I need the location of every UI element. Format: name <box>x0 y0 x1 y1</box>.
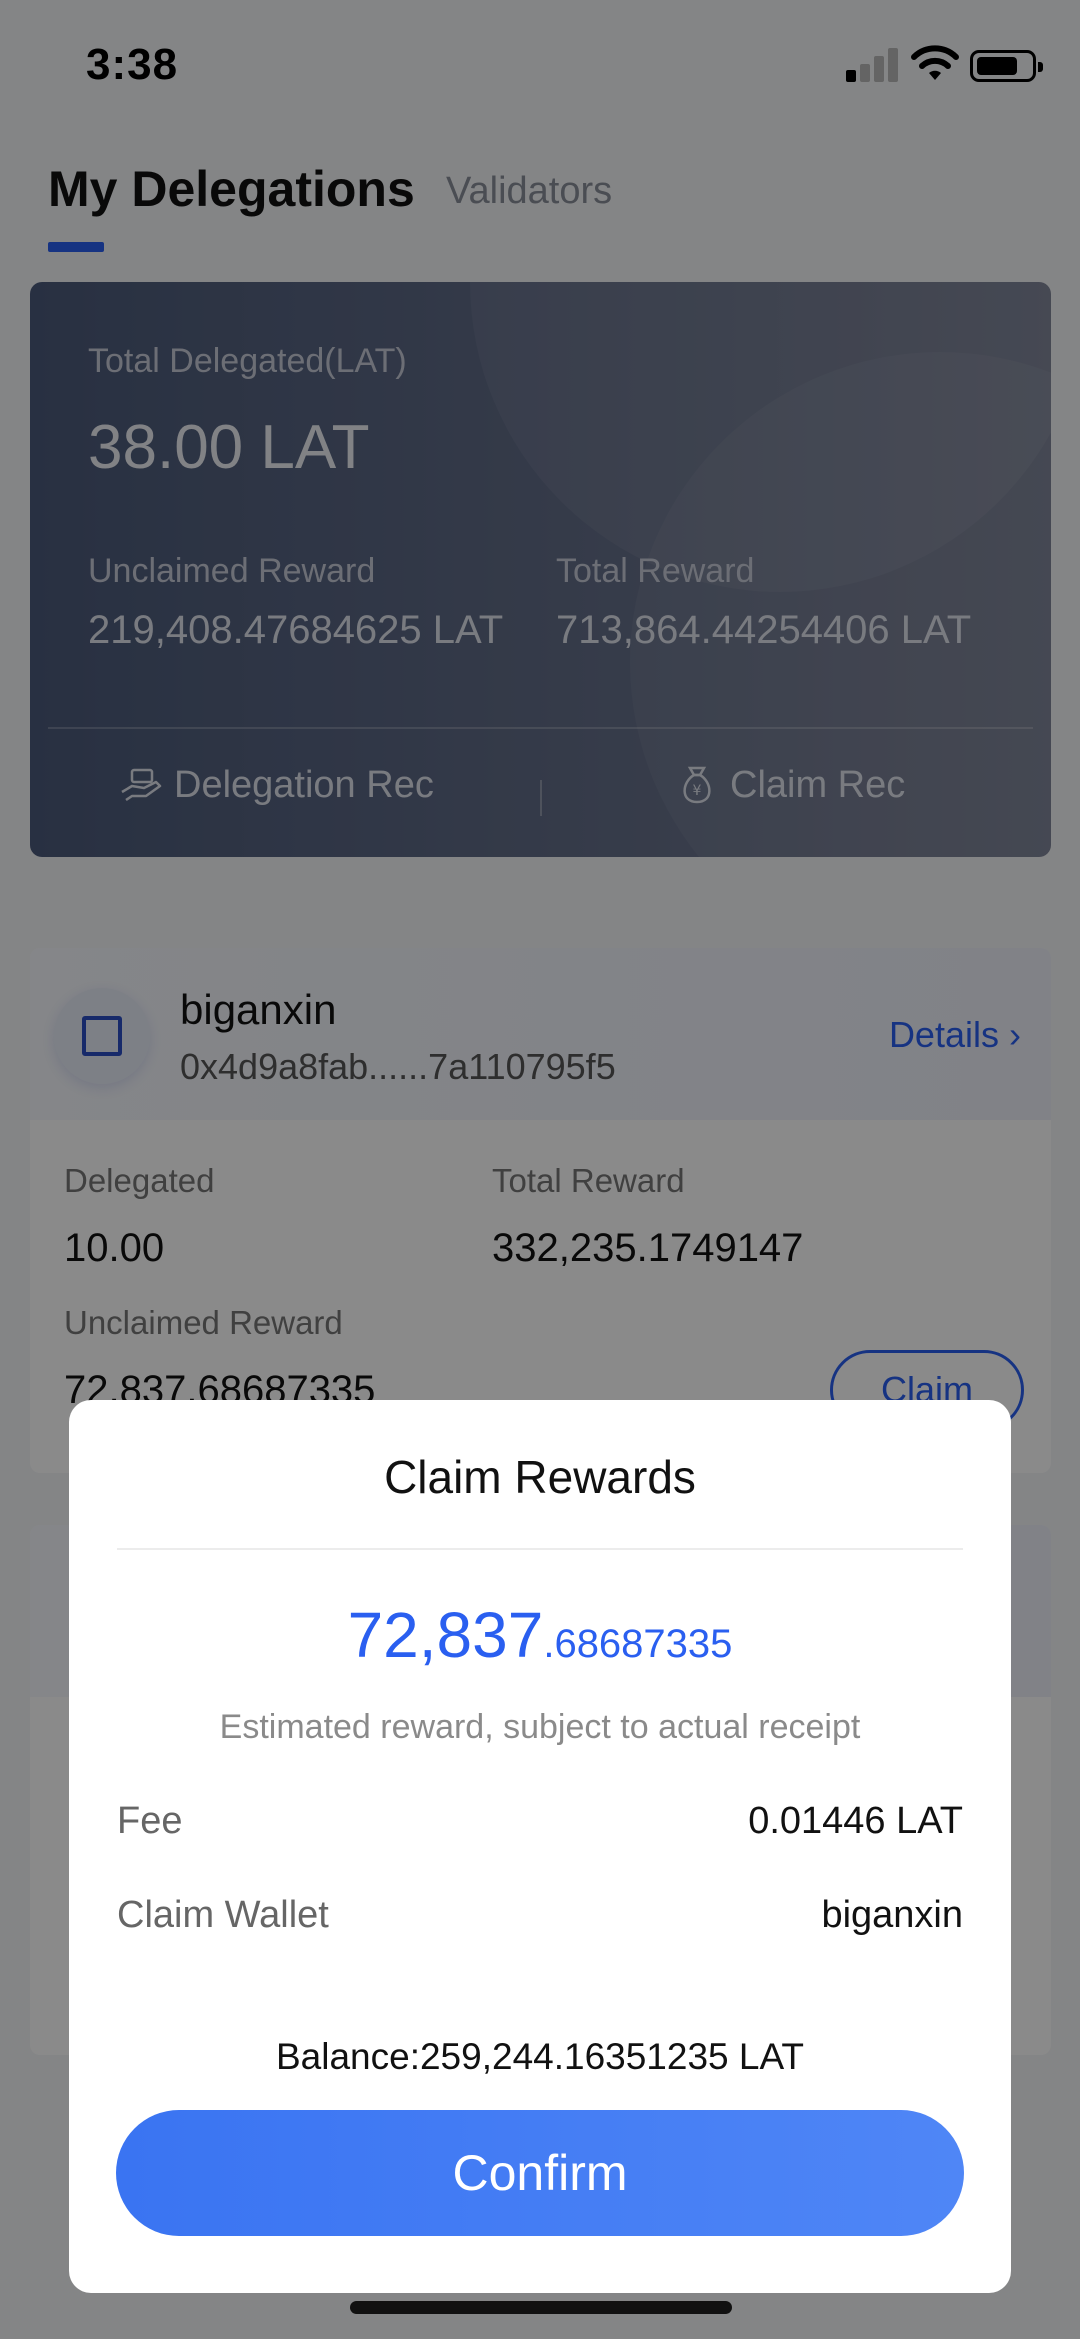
claim-wallet-label: Claim Wallet <box>117 1894 329 1936</box>
home-indicator[interactable] <box>350 2301 732 2314</box>
reward-amount-integer: 72,837 <box>347 1599 544 1671</box>
reward-amount: 72,837.68687335 <box>69 1598 1011 1672</box>
confirm-button[interactable]: Confirm <box>116 2110 964 2236</box>
fee-label: Fee <box>117 1800 183 1842</box>
dialog-title: Claim Rewards <box>384 1451 696 1503</box>
estimate-note: Estimated reward, subject to actual rece… <box>219 1708 861 1746</box>
claim-rewards-dialog: Claim Rewards 72,837.68687335 Estimated … <box>69 1400 1011 2293</box>
balance-text: Balance:259,244.16351235 LAT <box>275 2036 805 2077</box>
claim-wallet-value: biganxin <box>821 1894 963 1936</box>
dialog-divider <box>117 1548 963 1550</box>
fee-value: 0.01446 LAT <box>748 1800 963 1842</box>
reward-amount-decimal: .68687335 <box>543 1622 733 1666</box>
